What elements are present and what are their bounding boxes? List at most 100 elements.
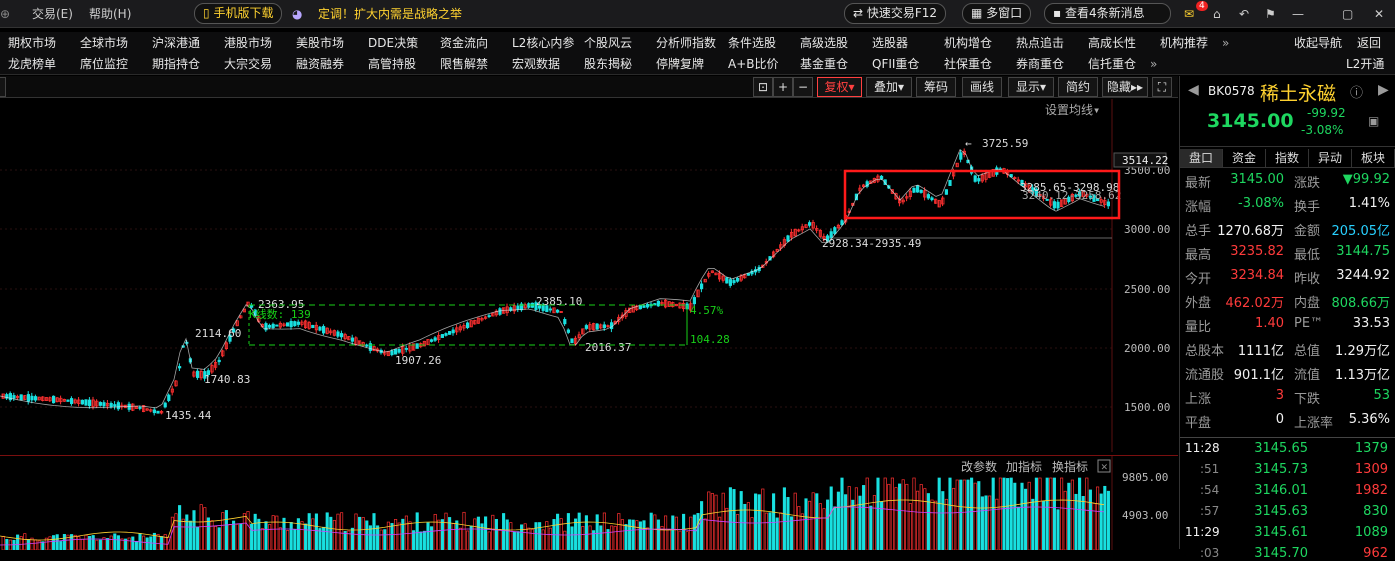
menu-row2-item[interactable]: 基金重仓 — [800, 56, 848, 72]
quote-tab[interactable]: 板块 — [1352, 149, 1395, 167]
draw-line-button[interactable]: 画线 — [962, 77, 1002, 97]
zoom-out-icon[interactable]: − — [793, 77, 813, 97]
new-messages-button[interactable]: ▪ 查看4条新消息 — [1044, 3, 1171, 24]
menu-row1-item[interactable]: 分析师指数 — [656, 35, 716, 51]
menu-row2-item[interactable]: 信托重仓 — [1088, 56, 1136, 72]
chip-button[interactable]: 筹码 — [916, 77, 956, 97]
candle-body — [926, 194, 931, 199]
menu-row1-item[interactable]: 高成长性 — [1088, 35, 1136, 51]
menu-row1-item[interactable]: 资金流向 — [440, 35, 488, 51]
volume-bar — [736, 514, 740, 551]
menu-row1-item[interactable]: 沪深港通 — [152, 35, 200, 51]
menu-row1-item[interactable]: 选股器 — [872, 35, 908, 51]
add-indicator-button[interactable]: 加指标 — [1006, 459, 1042, 474]
candle-body — [293, 321, 297, 327]
volume-bar — [988, 495, 992, 551]
fuquan-button[interactable]: 复权▾ — [817, 77, 862, 97]
menu-row2-item[interactable]: 券商重仓 — [1016, 56, 1064, 72]
menu-row2-more-icon[interactable]: » — [1150, 56, 1157, 72]
display-button[interactable]: 显示▾ — [1008, 77, 1054, 97]
volume-bar — [239, 523, 243, 551]
menu-row2-item[interactable]: 期指持仓 — [152, 56, 200, 72]
quote-tab[interactable]: 异动 — [1309, 149, 1352, 167]
menu-row2-item[interactable]: 融资融券 — [296, 56, 344, 72]
menu-row1-item[interactable]: 期权市场 — [8, 35, 56, 51]
l2-open-link[interactable]: L2开通 — [1346, 56, 1384, 72]
multi-window-button[interactable]: ▦ 多窗口 — [962, 3, 1032, 24]
menu-row2-item[interactable]: A+B比价 — [728, 56, 779, 72]
kline-chart[interactable]: 设置均线▾ 3500.00 3000.00 2500.00 2000.00 1500.0… — [0, 99, 1178, 452]
candle-body — [646, 303, 650, 308]
menu-row2-item[interactable]: 停牌复牌 — [656, 56, 704, 72]
menu-row2-item[interactable]: 股东揭秘 — [584, 56, 632, 72]
quote-row-label: 上涨率 — [1294, 416, 1334, 431]
menu-row1-right-item[interactable]: 收起导航 — [1294, 35, 1342, 51]
fullscreen-icon[interactable]: ⛶ — [1152, 77, 1172, 97]
menu-row1-item[interactable]: L2核心内参 — [512, 35, 574, 51]
simple-button[interactable]: 简约 — [1058, 77, 1098, 97]
menu-row1-item[interactable]: 美股市场 — [296, 35, 344, 51]
menu-row2-item[interactable]: 大宗交易 — [224, 56, 272, 72]
menu-row2-item[interactable]: 社保重仓 — [944, 56, 992, 72]
back-icon[interactable]: ↶ — [1239, 5, 1249, 23]
quote-tab[interactable]: 指数 — [1266, 149, 1309, 167]
home-icon[interactable]: ⌂ — [1213, 5, 1221, 23]
menu-row2-item[interactable]: QFII重仓 — [872, 56, 919, 72]
menu-row1-item[interactable]: 机构增仓 — [944, 35, 992, 51]
volume-bar — [466, 530, 470, 551]
menu-row2-item[interactable]: 龙虎榜单 — [8, 56, 56, 72]
mail-icon[interactable]: ✉ — [1184, 5, 1194, 23]
news-headline[interactable]: 定调！扩大内需是战略之举 — [318, 5, 462, 23]
p2114-label: 2114.60 — [195, 327, 241, 340]
quote-row-label: 下跌 — [1294, 392, 1321, 407]
lock-icon[interactable]: ⊡ — [753, 77, 773, 97]
menu-help[interactable]: 帮助(H) — [89, 5, 131, 23]
volume-bar — [336, 513, 340, 551]
hide-button[interactable]: 隐藏▸▸ — [1102, 77, 1148, 97]
candle-body — [948, 180, 952, 186]
quick-trade-button[interactable]: ⇄ 快速交易F12 — [844, 3, 947, 24]
volume-bar — [545, 521, 549, 551]
menu-row1-item[interactable]: 全球市场 — [80, 35, 128, 51]
p2016-label: 2016.37 — [585, 341, 631, 354]
close-pane-x[interactable]: ✕ — [1101, 460, 1108, 473]
candle-body — [959, 152, 963, 160]
menu-trade[interactable]: 交易(E) — [32, 5, 73, 23]
tick-divider — [1180, 437, 1395, 438]
candle-body — [692, 297, 697, 305]
quote-tab[interactable]: 盘口 — [1180, 149, 1223, 167]
menu-row1-item[interactable]: DDE决策 — [368, 35, 418, 51]
menu-row2-item[interactable]: 宏观数据 — [512, 56, 560, 72]
menu-row1-right-item[interactable]: 返回 — [1357, 35, 1381, 51]
next-stock-icon[interactable]: ▶ — [1378, 82, 1389, 98]
menu-row1-item[interactable]: 高级选股 — [800, 35, 848, 51]
menu-row1-item[interactable]: 机构推荐 — [1160, 35, 1208, 51]
volume-bar — [116, 535, 120, 551]
menu-row2-item[interactable]: 席位监控 — [80, 56, 128, 72]
menu-row1-more-icon[interactable]: » — [1222, 35, 1229, 51]
menu-row1-item[interactable]: 条件选股 — [728, 35, 776, 51]
close-icon[interactable]: ✕ — [1374, 5, 1384, 23]
volume-bar — [869, 505, 873, 551]
menu-row1-item[interactable]: 热点追击 — [1016, 35, 1064, 51]
menu-row2-item[interactable]: 限售解禁 — [440, 56, 488, 72]
zoom-in-icon[interactable]: + — [773, 77, 793, 97]
quote-tab[interactable]: 资金 — [1223, 149, 1266, 167]
p1907-label: 1907.26 — [395, 354, 441, 367]
edit-params-button[interactable]: 改参数 — [961, 459, 997, 474]
mobile-download-button[interactable]: ▯ 手机版下载 — [194, 3, 283, 24]
quote-row-value: 808.66万 — [1331, 296, 1391, 311]
info-icon[interactable]: ⓘ — [1350, 82, 1363, 101]
maximize-icon[interactable]: ▢ — [1342, 5, 1353, 23]
overlay-button[interactable]: 叠加▾ — [866, 77, 912, 97]
menu-row1-item[interactable]: 港股市场 — [224, 35, 272, 51]
tick-price: 3145.61 — [1254, 525, 1308, 540]
menu-row1-item[interactable]: 个股风云 — [584, 35, 632, 51]
minimize-icon[interactable]: — — [1292, 5, 1304, 23]
menu-row2-item[interactable]: 高管持股 — [368, 56, 416, 72]
prev-stock-icon[interactable]: ◀ — [1188, 82, 1199, 98]
swap-indicator-button[interactable]: 换指标 — [1052, 459, 1088, 474]
shirt-icon[interactable]: ⚑ — [1265, 5, 1276, 23]
ma-setting-label[interactable]: 设置均线▾ — [1045, 103, 1100, 117]
watchlist-icon[interactable]: ▣ — [1368, 114, 1379, 128]
